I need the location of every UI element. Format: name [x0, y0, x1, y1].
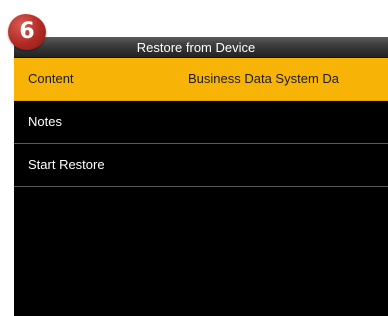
- menu-item-label: Start Restore: [28, 157, 105, 172]
- step-number-badge: 6: [8, 14, 46, 50]
- menu-item-start-restore[interactable]: Start Restore: [14, 144, 388, 187]
- menu-item-content[interactable]: Content Business Data System Da: [14, 58, 388, 101]
- device-screen: Restore from Device Content Business Dat…: [14, 37, 388, 316]
- stage: 6 Restore from Device Content Business D…: [0, 0, 388, 316]
- menu-item-notes[interactable]: Notes: [14, 101, 388, 144]
- menu-item-label: Notes: [28, 114, 62, 129]
- title-bar: Restore from Device: [14, 37, 388, 58]
- menu-item-label: Content: [28, 71, 74, 86]
- menu-item-value: Business Data System Da: [188, 71, 340, 86]
- page-title: Restore from Device: [136, 40, 256, 55]
- menu-list: Content Business Data System Da Notes St…: [14, 58, 388, 187]
- step-number: 6: [19, 19, 35, 44]
